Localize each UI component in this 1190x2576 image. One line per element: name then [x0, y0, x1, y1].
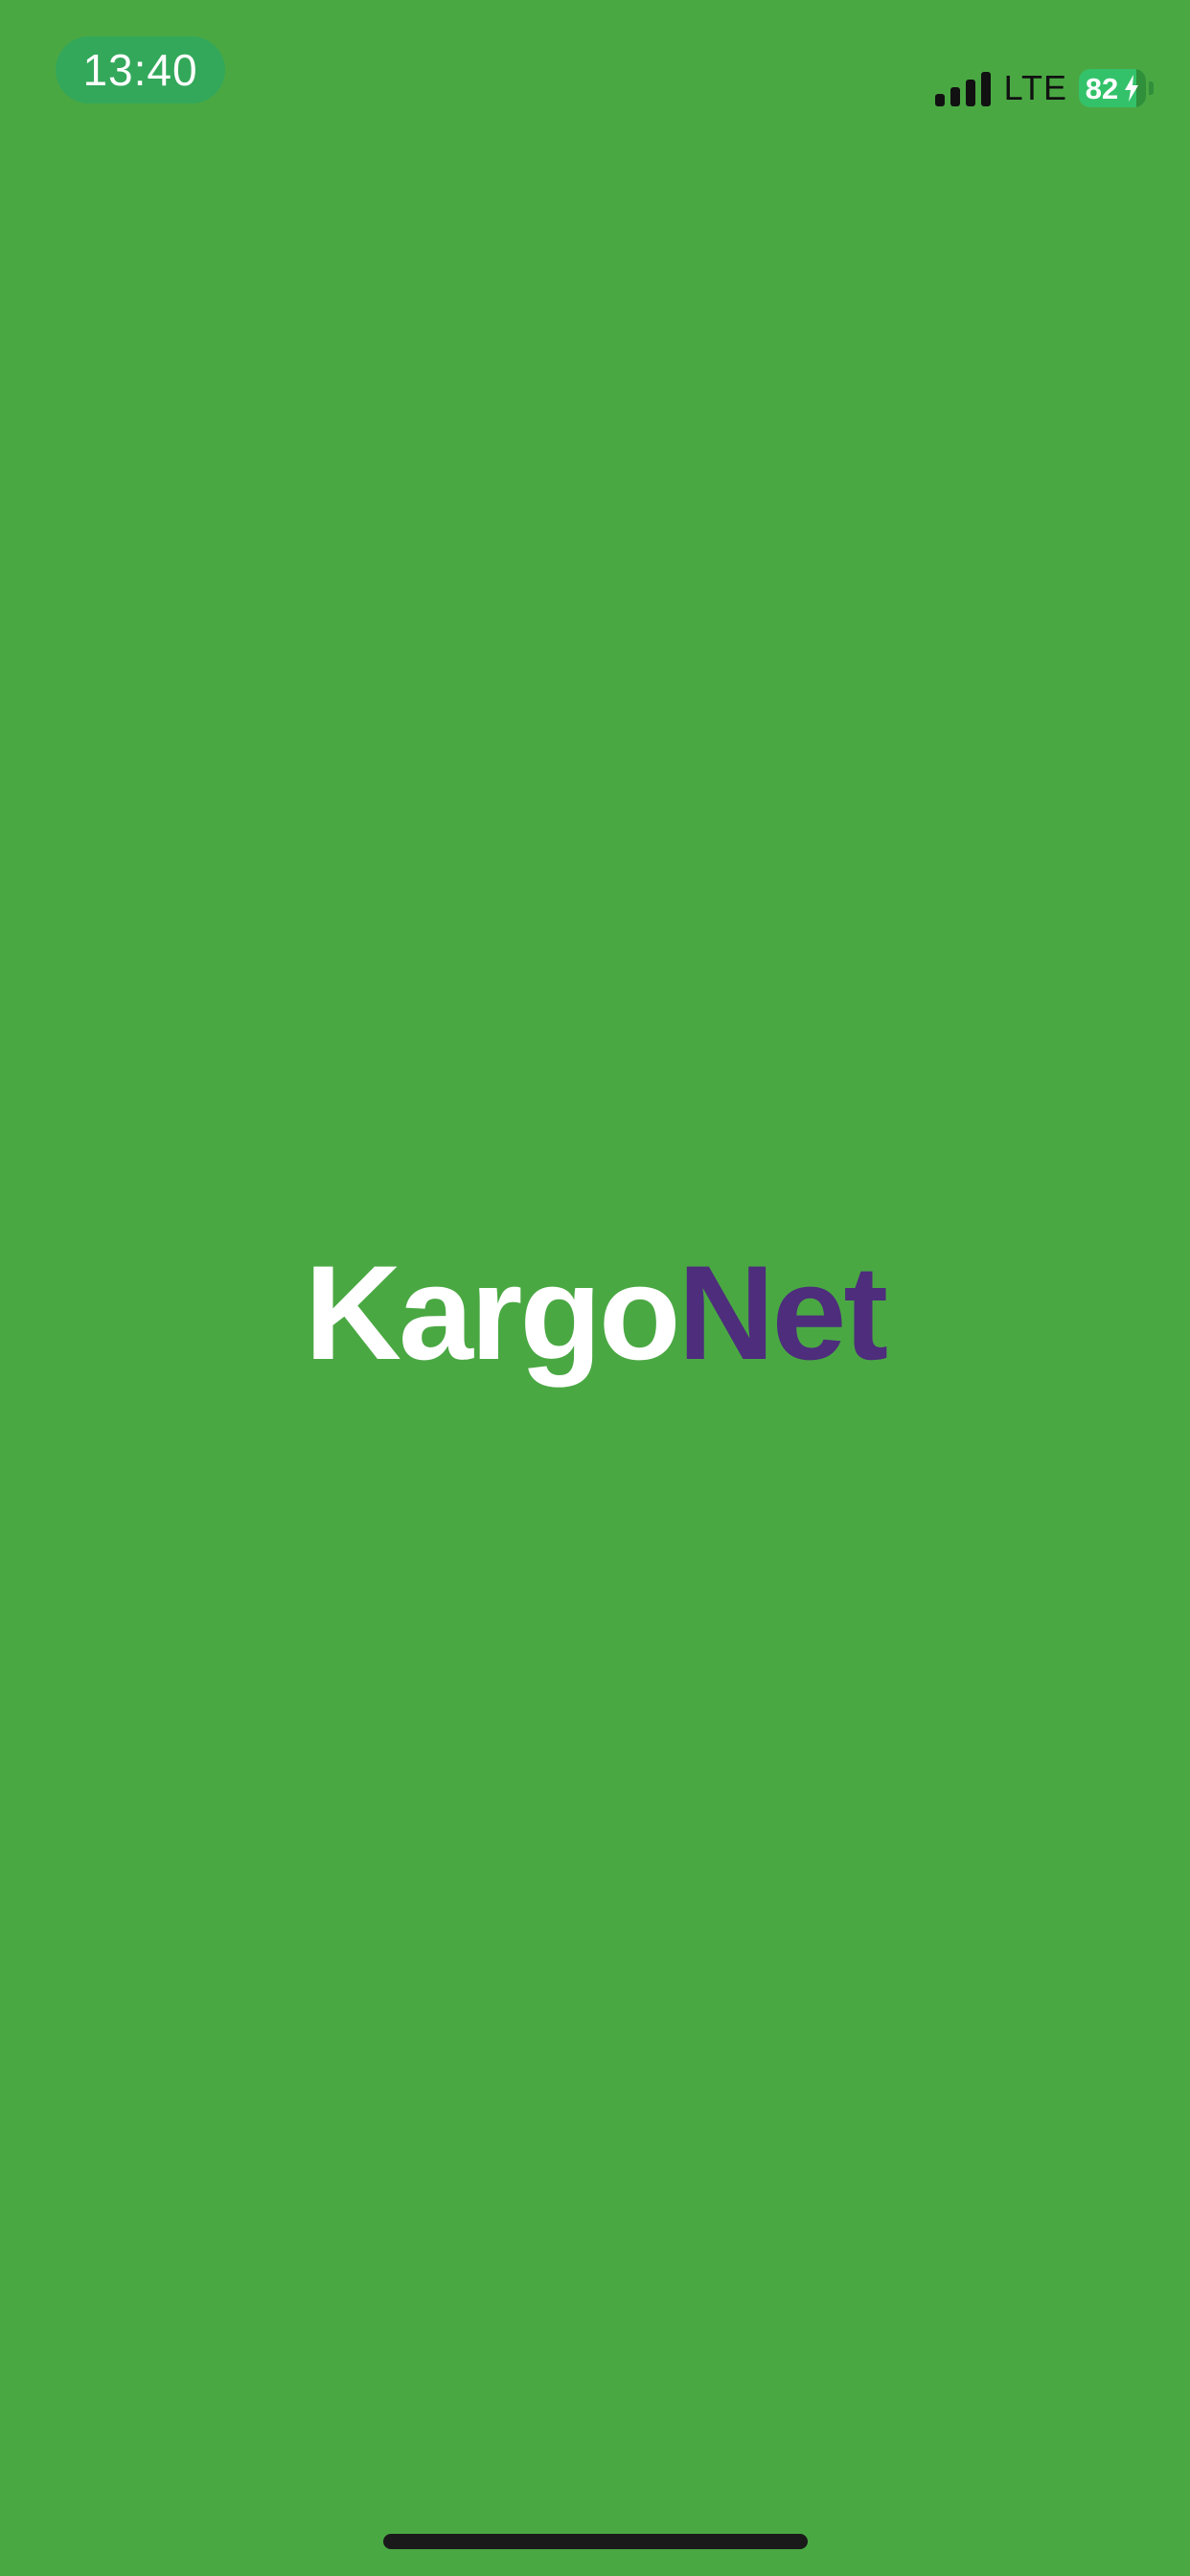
home-indicator[interactable]: [383, 2534, 808, 2549]
cellular-signal-icon: [934, 70, 991, 106]
network-type: LTE: [1003, 68, 1067, 107]
splash-screen: 13:40 LTE 82 Kargo Net: [0, 0, 1190, 2576]
logo-text-kargo: Kargo: [304, 1237, 680, 1388]
status-bar: 13:40 LTE 82: [0, 0, 1190, 134]
time-pill[interactable]: 13:40: [56, 36, 225, 104]
app-logo: Kargo Net: [0, 1241, 1190, 1385]
battery-level: 82: [1085, 71, 1119, 105]
status-time: 13:40: [82, 45, 198, 95]
signal-bar: [980, 72, 991, 106]
signal-bar: [950, 87, 960, 106]
battery-cap: [1149, 81, 1154, 95]
signal-bar: [965, 80, 975, 106]
charging-bolt-icon: [1125, 75, 1139, 102]
signal-bar: [934, 94, 945, 106]
battery-charging-icon: 82: [1079, 69, 1146, 107]
logo-text-net: Net: [677, 1237, 888, 1388]
status-indicators: LTE 82: [934, 67, 1154, 109]
